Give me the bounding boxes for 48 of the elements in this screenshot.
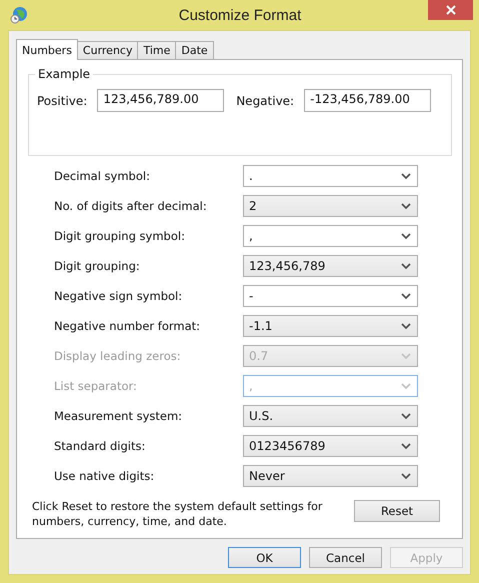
dropdown[interactable]: . — [243, 165, 418, 187]
dropdown[interactable]: U.S. — [243, 405, 418, 427]
globe-icon — [10, 6, 28, 24]
reset-note: Click Reset to restore the system default settings for numbers, currency, time, and date. — [31, 499, 324, 529]
setting-label: Negative number format: — [54, 319, 202, 333]
chevron-down-icon — [401, 472, 411, 480]
dropdown[interactable]: 0123456789 — [243, 435, 418, 457]
chevron-down-icon — [401, 412, 411, 420]
setting-label: No. of digits after decimal: — [54, 199, 208, 213]
window-title: Customize Format — [178, 6, 302, 24]
setting-label: Decimal symbol: — [54, 169, 151, 183]
chevron-down-icon — [401, 262, 411, 270]
positive-field: 123,456,789.00 — [97, 89, 224, 112]
dropdown[interactable]: Never — [243, 465, 418, 487]
chevron-down-icon — [401, 172, 411, 180]
dropdown[interactable]: , — [243, 225, 418, 247]
chevron-down-icon — [401, 352, 411, 360]
tab[interactable]: Numbers — [16, 39, 78, 60]
positive-label: Positive: — [37, 94, 88, 108]
setting-label: Digit grouping: — [54, 259, 141, 273]
dropdown[interactable]: - — [243, 285, 418, 307]
setting-label: Digit grouping symbol: — [54, 229, 186, 243]
setting-label: Standard digits: — [54, 439, 146, 453]
setting-label: Measurement system: — [54, 409, 184, 423]
chevron-down-icon — [401, 232, 411, 240]
setting-label: List separator: — [54, 379, 138, 393]
dropdown[interactable]: -1.1 — [243, 315, 418, 337]
chevron-down-icon — [401, 322, 411, 330]
reset-button[interactable]: Reset — [354, 500, 440, 522]
setting-label: Negative sign symbol: — [54, 289, 184, 303]
tab[interactable]: Currency — [76, 41, 138, 59]
dialog-button[interactable]: Cancel — [309, 547, 382, 568]
chevron-down-icon — [401, 202, 411, 210]
chevron-down-icon — [401, 292, 411, 300]
negative-field: -123,456,789.00 — [304, 89, 431, 112]
chevron-down-icon — [401, 382, 411, 390]
dropdown[interactable]: 2 — [243, 195, 418, 217]
close-button[interactable] — [428, 0, 473, 20]
close-icon — [446, 5, 456, 15]
dropdown[interactable]: 123,456,789 — [243, 255, 418, 277]
group-title: Example — [35, 67, 94, 81]
tab[interactable]: Date — [175, 41, 214, 59]
negative-label: Negative: — [236, 94, 294, 108]
setting-label: Display leading zeros: — [54, 349, 182, 363]
setting-label: Use native digits: — [54, 469, 156, 483]
dialog-button[interactable]: OK — [228, 547, 301, 568]
chevron-down-icon — [401, 442, 411, 450]
tab[interactable]: Time — [137, 41, 176, 59]
